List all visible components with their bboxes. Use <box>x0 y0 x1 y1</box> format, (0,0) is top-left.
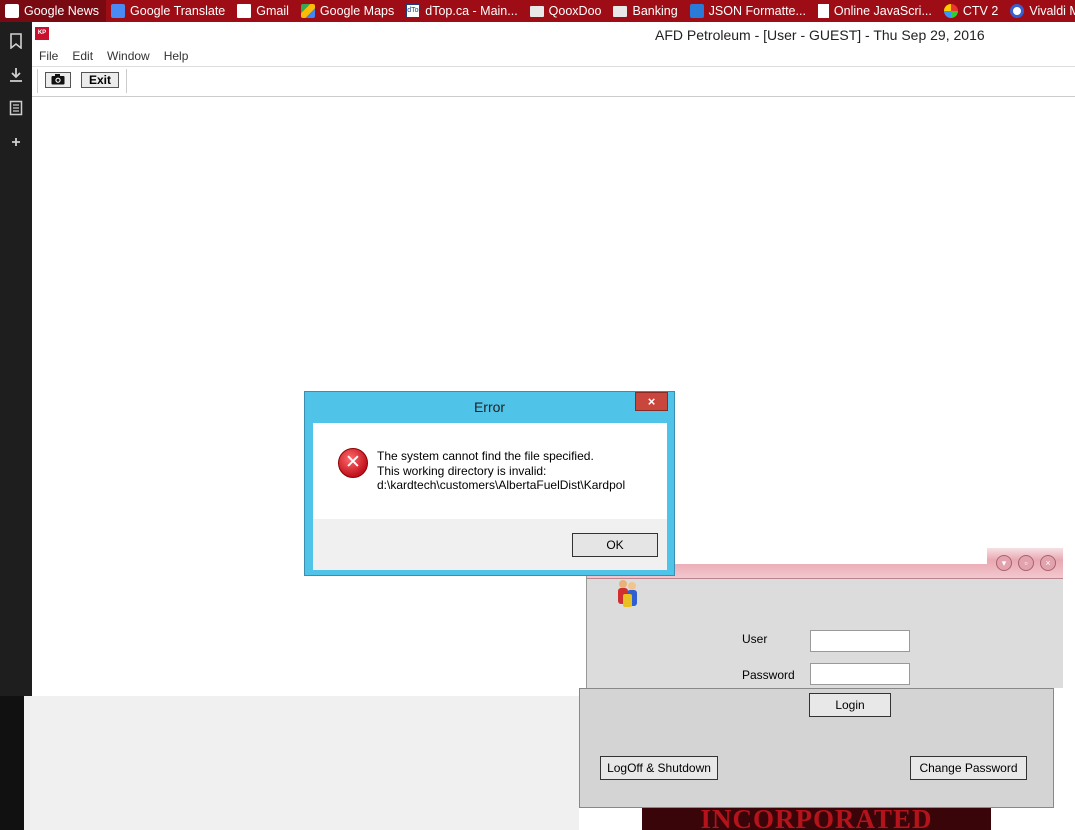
news-icon <box>5 4 19 18</box>
error-icon: ✕ <box>338 448 368 478</box>
company-banner: INCORPORATED <box>642 808 991 830</box>
bookmarks-bar: Google News Google Translate Gmail Googl… <box>0 0 1075 22</box>
maximize-icon[interactable]: ▫ <box>1018 555 1034 571</box>
error-message-line: The system cannot find the file specifie… <box>377 449 594 463</box>
bookmark-dtop[interactable]: dTop dTop.ca - Main... <box>401 0 524 22</box>
bookmark-label: Vivaldi Mail :: L... <box>1029 4 1075 18</box>
taskbar-strip <box>0 696 24 830</box>
app-logo-icon: KP <box>35 27 49 40</box>
bookmark-icon[interactable] <box>8 33 24 49</box>
json-icon <box>689 4 704 18</box>
menu-bar: File Edit Window Help <box>32 46 1075 67</box>
bookmark-vivaldi-mail[interactable]: Vivaldi Mail :: L... <box>1005 0 1075 22</box>
bookmark-label: Online JavaScri... <box>833 4 932 18</box>
background-region <box>24 696 579 830</box>
close-button[interactable]: × <box>635 392 668 411</box>
ok-button[interactable]: OK <box>572 533 658 557</box>
browser-side-panel <box>0 22 32 696</box>
bookmark-label: Google Translate <box>130 4 226 18</box>
menu-window[interactable]: Window <box>100 49 157 63</box>
bookmark-label: Google News <box>24 4 100 18</box>
bookmark-google-translate[interactable]: Google Translate <box>106 0 232 22</box>
menu-edit[interactable]: Edit <box>65 49 100 63</box>
password-label: Password <box>742 668 795 682</box>
bookmark-label: Banking <box>632 4 678 18</box>
error-dialog: Error × ✕ The system cannot find the fil… <box>304 391 675 576</box>
exit-button[interactable]: Exit <box>81 72 119 88</box>
toolbar: Exit <box>32 67 1075 97</box>
logoff-shutdown-button[interactable]: LogOff & Shutdown <box>600 756 718 780</box>
download-icon[interactable] <box>8 67 24 83</box>
bookmark-json-formatter[interactable]: JSON Formatte... <box>685 0 813 22</box>
folder-icon <box>529 5 544 17</box>
gmail-icon <box>237 4 252 18</box>
dialog-title: Error <box>473 399 506 415</box>
bookmark-google-news[interactable]: Google News <box>0 0 107 22</box>
bookmark-label: JSON Formatte... <box>708 4 806 18</box>
bookmark-label: CTV 2 <box>962 4 999 18</box>
login-window-lower: Login LogOff & Shutdown Change Password <box>579 688 1054 808</box>
maps-icon <box>300 4 315 18</box>
bookmark-gmail[interactable]: Gmail <box>232 0 296 22</box>
toolbar-divider <box>126 69 127 93</box>
bookmark-banking[interactable]: Banking <box>608 0 684 22</box>
bookmark-label: Gmail <box>256 4 289 18</box>
user-label: User <box>742 632 768 646</box>
bookmark-label: Google Maps <box>319 4 395 18</box>
vivaldi-icon <box>1010 4 1025 18</box>
error-message: The system cannot find the file specifie… <box>377 449 625 493</box>
users-icon <box>618 580 637 607</box>
dtop-icon: dTop <box>406 4 422 18</box>
bookmark-ctv2[interactable]: CTV 2 <box>939 0 1005 22</box>
bookmark-label: dTop.ca - Main... <box>425 4 518 18</box>
bookmark-google-maps[interactable]: Google Maps <box>296 0 401 22</box>
menu-help[interactable]: Help <box>157 49 196 63</box>
change-password-button[interactable]: Change Password <box>910 756 1027 780</box>
password-input[interactable] <box>810 663 910 685</box>
error-message-line: This working directory is invalid: <box>377 463 547 478</box>
document-icon <box>817 4 829 18</box>
error-message-line: d:\kardtech\customers\AlbertaFuelDist\Ka… <box>377 478 626 492</box>
folder-icon <box>613 5 628 17</box>
user-input[interactable] <box>810 630 910 652</box>
translate-icon <box>111 4 126 18</box>
add-panel-icon[interactable] <box>8 134 24 150</box>
background-region <box>1054 688 1075 830</box>
camera-button[interactable] <box>45 72 71 88</box>
close-icon[interactable]: × <box>1040 555 1056 571</box>
dialog-body: ✕ The system cannot find the file specif… <box>313 423 667 570</box>
app-title: AFD Petroleum - [User - GUEST] - Thu Sep… <box>655 27 985 43</box>
notes-icon[interactable] <box>8 100 24 116</box>
bookmark-qooxdoo[interactable]: QooxDoo <box>525 0 609 22</box>
login-button[interactable]: Login <box>809 693 891 717</box>
camera-icon <box>51 74 65 85</box>
bookmark-label: QooxDoo <box>548 4 602 18</box>
toolbar-divider <box>37 69 38 93</box>
ctv-icon <box>943 4 958 18</box>
bookmark-online-javascript[interactable]: Online JavaScri... <box>813 0 939 22</box>
menu-file[interactable]: File <box>32 49 65 63</box>
minimize-icon[interactable]: ▾ <box>996 555 1012 571</box>
